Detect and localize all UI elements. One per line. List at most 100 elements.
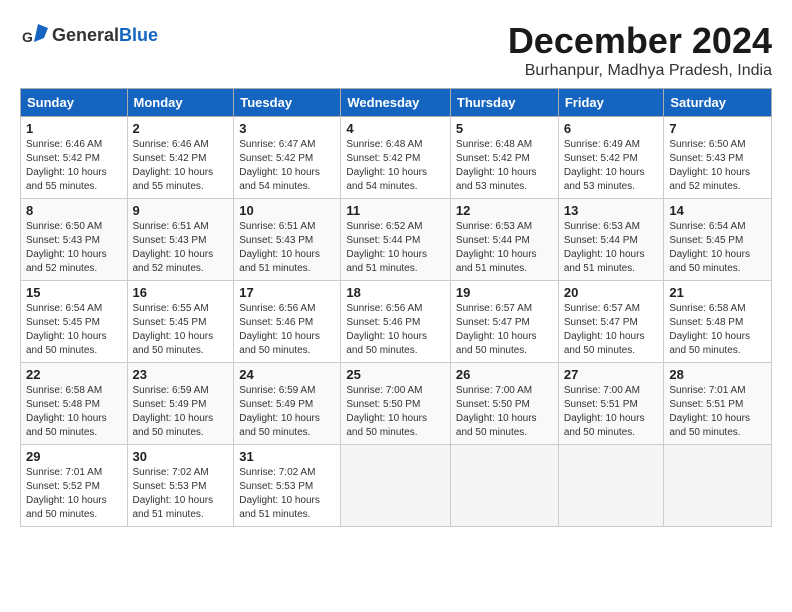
day-number: 7 (669, 121, 766, 136)
day-info: Sunrise: 6:55 AM Sunset: 5:45 PM Dayligh… (133, 302, 229, 358)
calendar-header-row: SundayMondayTuesdayWednesdayThursdayFrid… (21, 89, 772, 117)
calendar-cell: 22Sunrise: 6:58 AM Sunset: 5:48 PM Dayli… (21, 363, 128, 445)
calendar-cell: 31Sunrise: 7:02 AM Sunset: 5:53 PM Dayli… (234, 445, 341, 527)
day-number: 13 (564, 203, 659, 218)
day-number: 10 (239, 203, 335, 218)
day-info: Sunrise: 7:01 AM Sunset: 5:52 PM Dayligh… (26, 466, 122, 522)
day-info: Sunrise: 6:57 AM Sunset: 5:47 PM Dayligh… (456, 302, 553, 358)
day-number: 1 (26, 121, 122, 136)
calendar-cell: 26 Sunrise: 7:00 AM Sunset: 5:50 PM Dayli… (450, 363, 558, 445)
calendar-cell: 8Sunrise: 6:50 AM Sunset: 5:43 PM Daylig… (21, 199, 128, 281)
calendar-cell: 30Sunrise: 7:02 AM Sunset: 5:53 PM Dayli… (127, 445, 234, 527)
calendar-cell: 15 Sunrise: 6:54 AM Sunset: 5:45 PM Dayli… (21, 281, 128, 363)
day-number: 15 (26, 285, 122, 300)
header-sunday: Sunday (21, 89, 128, 117)
day-info: Sunrise: 6:51 AM Sunset: 5:43 PM Dayligh… (239, 220, 335, 276)
header-tuesday: Tuesday (234, 89, 341, 117)
header-thursday: Thursday (450, 89, 558, 117)
day-number: 16 (133, 285, 229, 300)
calendar-cell: 29 Sunrise: 7:01 AM Sunset: 5:52 PM Dayli… (21, 445, 128, 527)
calendar-cell: 10 Sunrise: 6:51 AM Sunset: 5:43 PM Dayli… (234, 199, 341, 281)
calendar-cell: 7 Sunrise: 6:50 AM Sunset: 5:43 PM Daylig… (664, 117, 772, 199)
day-number: 31 (239, 449, 335, 464)
logo-general-text: General (52, 25, 119, 46)
calendar-table: SundayMondayTuesdayWednesdayThursdayFrid… (20, 88, 772, 527)
day-number: 5 (456, 121, 553, 136)
header-friday: Friday (558, 89, 664, 117)
calendar-cell: 9 Sunrise: 6:51 AM Sunset: 5:43 PM Daylig… (127, 199, 234, 281)
day-info: Sunrise: 6:58 AM Sunset: 5:48 PM Dayligh… (669, 302, 766, 358)
day-info: Sunrise: 6:54 AM Sunset: 5:45 PM Dayligh… (26, 302, 122, 358)
header-saturday: Saturday (664, 89, 772, 117)
day-number: 20 (564, 285, 659, 300)
day-info: Sunrise: 7:00 AM Sunset: 5:51 PM Dayligh… (564, 384, 659, 440)
day-number: 6 (564, 121, 659, 136)
day-number: 11 (346, 203, 445, 218)
day-number: 29 (26, 449, 122, 464)
day-info: Sunrise: 7:00 AM Sunset: 5:50 PM Dayligh… (346, 384, 445, 440)
calendar-cell: 19Sunrise: 6:57 AM Sunset: 5:47 PM Dayli… (450, 281, 558, 363)
calendar-cell: 28 Sunrise: 7:01 AM Sunset: 5:51 PM Dayli… (664, 363, 772, 445)
day-number: 26 (456, 367, 553, 382)
day-number: 9 (133, 203, 229, 218)
day-number: 4 (346, 121, 445, 136)
calendar-cell: 12Sunrise: 6:53 AM Sunset: 5:44 PM Dayli… (450, 199, 558, 281)
calendar-cell: 14 Sunrise: 6:54 AM Sunset: 5:45 PM Dayli… (664, 199, 772, 281)
calendar-week-row: 29 Sunrise: 7:01 AM Sunset: 5:52 PM Dayli… (21, 445, 772, 527)
day-info: Sunrise: 6:59 AM Sunset: 5:49 PM Dayligh… (239, 384, 335, 440)
day-info: Sunrise: 6:57 AM Sunset: 5:47 PM Dayligh… (564, 302, 659, 358)
day-info: Sunrise: 6:46 AM Sunset: 5:42 PM Dayligh… (26, 138, 122, 194)
day-info: Sunrise: 6:49 AM Sunset: 5:42 PM Dayligh… (564, 138, 659, 194)
calendar-week-row: 8Sunrise: 6:50 AM Sunset: 5:43 PM Daylig… (21, 199, 772, 281)
day-number: 18 (346, 285, 445, 300)
day-info: Sunrise: 6:58 AM Sunset: 5:48 PM Dayligh… (26, 384, 122, 440)
day-info: Sunrise: 7:01 AM Sunset: 5:51 PM Dayligh… (669, 384, 766, 440)
day-info: Sunrise: 6:54 AM Sunset: 5:45 PM Dayligh… (669, 220, 766, 276)
day-info: Sunrise: 6:56 AM Sunset: 5:46 PM Dayligh… (239, 302, 335, 358)
day-number: 25 (346, 367, 445, 382)
day-info: Sunrise: 6:59 AM Sunset: 5:49 PM Dayligh… (133, 384, 229, 440)
day-number: 28 (669, 367, 766, 382)
day-info: Sunrise: 6:52 AM Sunset: 5:44 PM Dayligh… (346, 220, 445, 276)
calendar-week-row: 1 Sunrise: 6:46 AM Sunset: 5:42 PM Daylig… (21, 117, 772, 199)
day-info: Sunrise: 6:51 AM Sunset: 5:43 PM Dayligh… (133, 220, 229, 276)
location-title: Burhanpur, Madhya Pradesh, India (508, 62, 772, 80)
calendar-cell (341, 445, 451, 527)
day-info: Sunrise: 6:48 AM Sunset: 5:42 PM Dayligh… (456, 138, 553, 194)
calendar-cell: 23 Sunrise: 6:59 AM Sunset: 5:49 PM Dayli… (127, 363, 234, 445)
day-number: 17 (239, 285, 335, 300)
calendar-cell: 17 Sunrise: 6:56 AM Sunset: 5:46 PM Dayli… (234, 281, 341, 363)
calendar-body: 1 Sunrise: 6:46 AM Sunset: 5:42 PM Daylig… (21, 117, 772, 527)
month-title: December 2024 (508, 20, 772, 62)
day-info: Sunrise: 7:00 AM Sunset: 5:50 PM Dayligh… (456, 384, 553, 440)
calendar-cell: 16 Sunrise: 6:55 AM Sunset: 5:45 PM Dayli… (127, 281, 234, 363)
calendar-cell: 25 Sunrise: 7:00 AM Sunset: 5:50 PM Dayli… (341, 363, 451, 445)
day-info: Sunrise: 7:02 AM Sunset: 5:53 PM Dayligh… (133, 466, 229, 522)
calendar-cell: 13 Sunrise: 6:53 AM Sunset: 5:44 PM Dayli… (558, 199, 664, 281)
day-info: Sunrise: 6:53 AM Sunset: 5:44 PM Dayligh… (564, 220, 659, 276)
header-wednesday: Wednesday (341, 89, 451, 117)
logo-blue-text: Blue (119, 25, 158, 46)
day-number: 14 (669, 203, 766, 218)
svg-text:G: G (22, 29, 33, 45)
calendar-cell (664, 445, 772, 527)
calendar-cell (558, 445, 664, 527)
calendar-cell: 11 Sunrise: 6:52 AM Sunset: 5:44 PM Dayli… (341, 199, 451, 281)
day-info: Sunrise: 6:50 AM Sunset: 5:43 PM Dayligh… (669, 138, 766, 194)
calendar-cell (450, 445, 558, 527)
calendar-cell: 2Sunrise: 6:46 AM Sunset: 5:42 PM Daylig… (127, 117, 234, 199)
day-info: Sunrise: 6:46 AM Sunset: 5:42 PM Dayligh… (133, 138, 229, 194)
logo: G GeneralBlue (20, 20, 158, 50)
calendar-cell: 24Sunrise: 6:59 AM Sunset: 5:49 PM Dayli… (234, 363, 341, 445)
header-monday: Monday (127, 89, 234, 117)
day-info: Sunrise: 6:53 AM Sunset: 5:44 PM Dayligh… (456, 220, 553, 276)
calendar-week-row: 22Sunrise: 6:58 AM Sunset: 5:48 PM Dayli… (21, 363, 772, 445)
day-info: Sunrise: 6:50 AM Sunset: 5:43 PM Dayligh… (26, 220, 122, 276)
day-number: 21 (669, 285, 766, 300)
calendar-week-row: 15 Sunrise: 6:54 AM Sunset: 5:45 PM Dayli… (21, 281, 772, 363)
calendar-cell: 21 Sunrise: 6:58 AM Sunset: 5:48 PM Dayli… (664, 281, 772, 363)
day-number: 23 (133, 367, 229, 382)
calendar-cell: 1 Sunrise: 6:46 AM Sunset: 5:42 PM Daylig… (21, 117, 128, 199)
calendar-cell: 20 Sunrise: 6:57 AM Sunset: 5:47 PM Dayli… (558, 281, 664, 363)
calendar-cell: 27Sunrise: 7:00 AM Sunset: 5:51 PM Dayli… (558, 363, 664, 445)
